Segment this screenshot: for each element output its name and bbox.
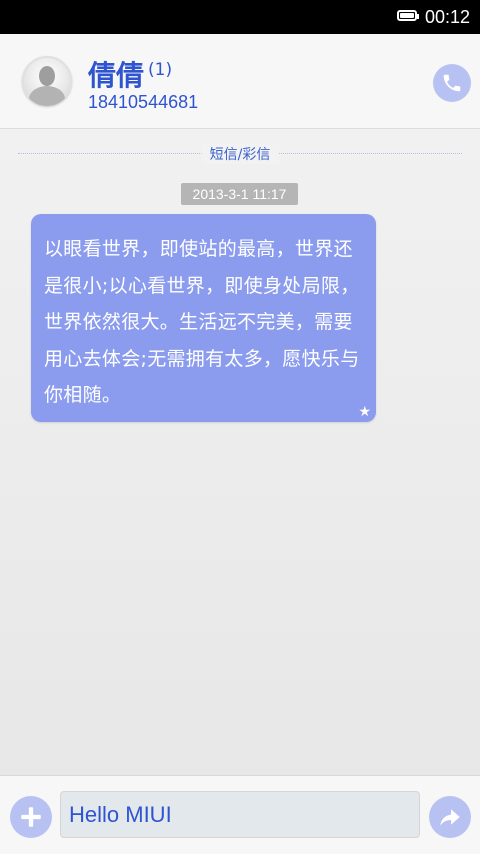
send-button[interactable] [429,796,471,838]
call-button[interactable] [433,64,471,102]
battery-full-icon [397,10,419,21]
contact-phone-number[interactable]: 18410544681 [88,92,198,113]
conversation-header: 倩倩 (1) 18410544681 [0,34,480,129]
composer-bar [0,775,480,854]
status-bar: 00:12 [0,0,480,34]
avatar-head [39,66,55,86]
status-clock: 00:12 [425,7,471,27]
avatar-shoulders [29,86,65,106]
person-silhouette-icon[interactable] [22,56,72,106]
add-attachment-button[interactable] [10,796,52,838]
message-bubble[interactable]: 以眼看世界，即使站的最高，世界还是很小;以心看世界，即使身处局限，世界依然很大。… [31,214,376,422]
message-count: (1) [148,60,173,80]
message-timestamp: 2013-3-1 11:17 [181,183,298,205]
plus-icon [21,807,41,827]
message-input[interactable] [60,791,420,838]
message-text: 以眼看世界，即使站的最高，世界还是很小;以心看世界，即使身处局限，世界依然很大。… [44,238,360,406]
message-type-label: 短信/彩信 [201,144,279,164]
message-type-divider: 短信/彩信 [18,144,462,164]
send-arrow-icon [440,809,460,826]
contact-name[interactable]: 倩倩 [88,54,144,94]
phone-icon [443,74,461,92]
star-icon: ★ [358,404,371,420]
